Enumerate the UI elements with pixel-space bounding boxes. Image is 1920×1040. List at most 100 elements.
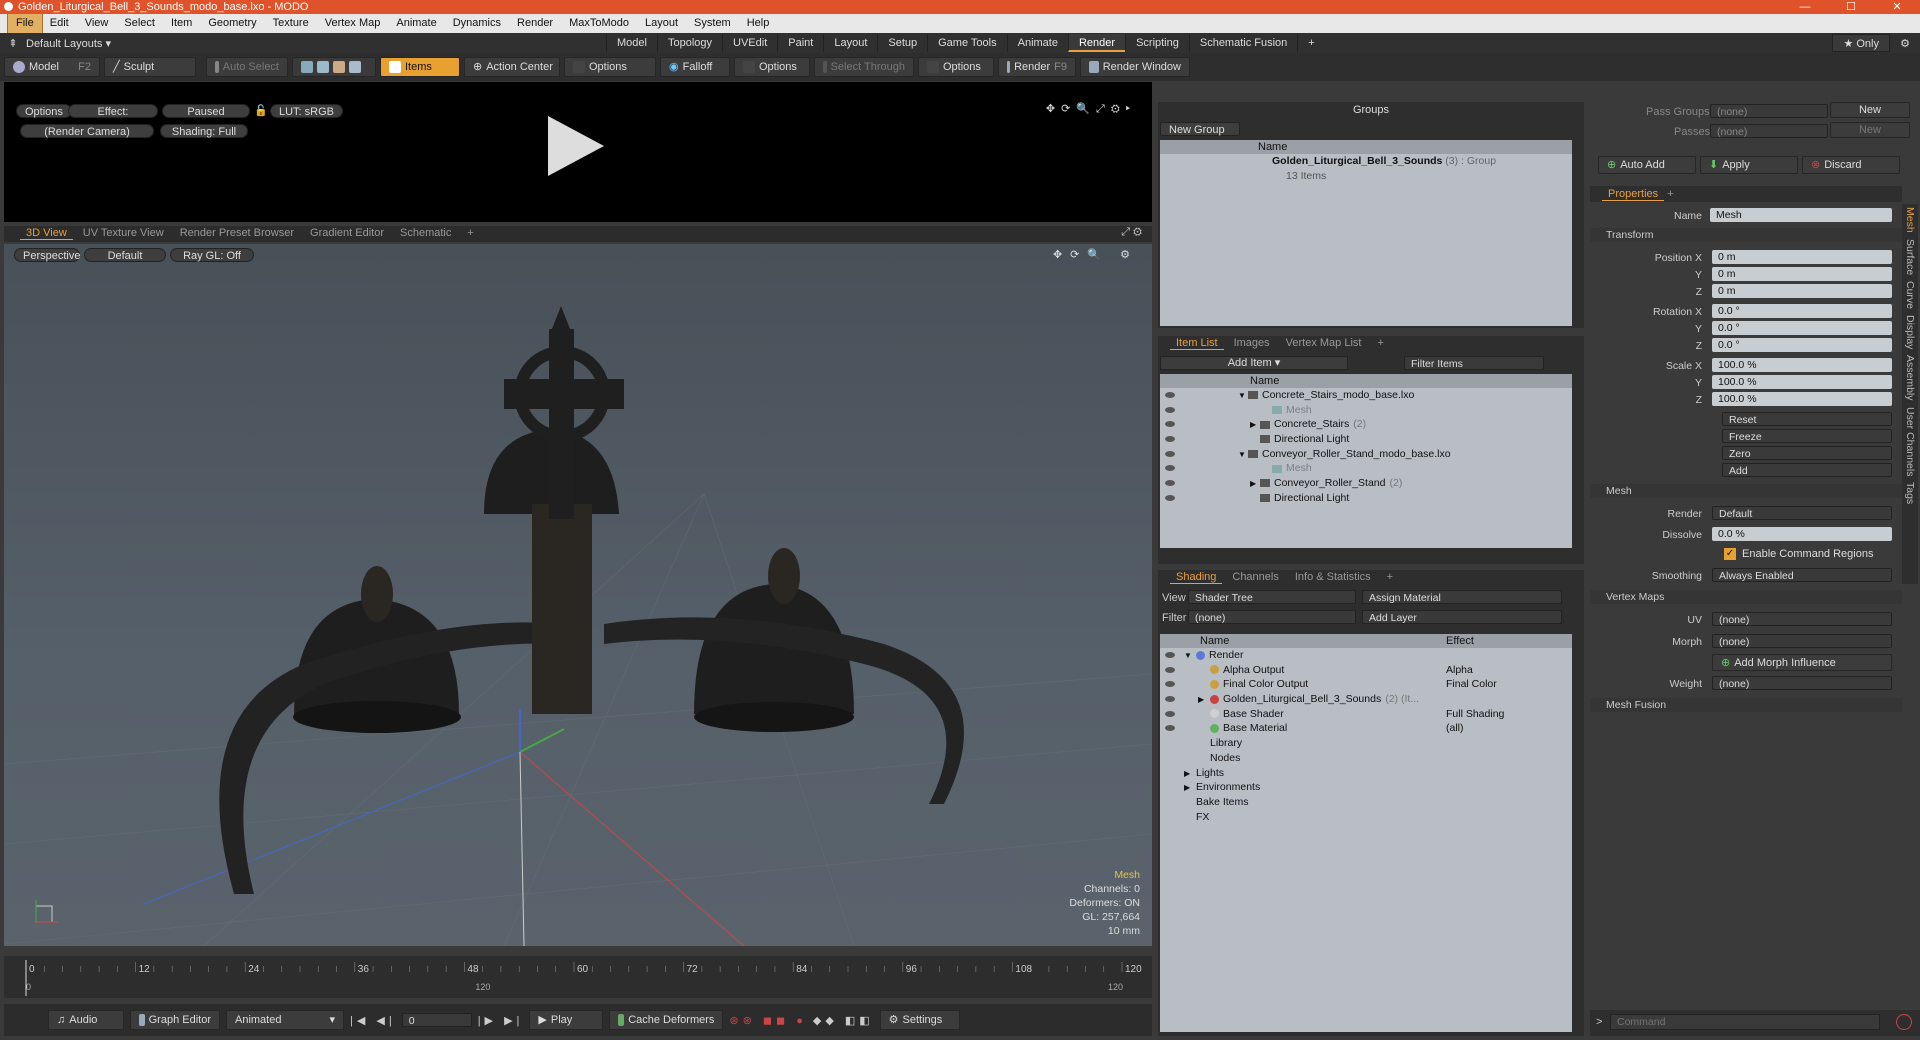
command-input[interactable]: [1610, 1014, 1880, 1030]
discard-button[interactable]: ⊗ Discard: [1802, 156, 1900, 174]
shading-dropdown[interactable]: Shading: Full: [160, 124, 248, 138]
rotation-z-input[interactable]: 0.0 °: [1712, 338, 1892, 352]
raygl-dropdown[interactable]: Ray GL: Off: [170, 248, 254, 262]
view-tab-5[interactable]: +: [461, 226, 479, 240]
item-tab-0[interactable]: Item List: [1170, 336, 1224, 350]
shader-tree-row[interactable]: ▶ Golden_Liturgical_Bell_3_Sounds (2) (It.…: [1160, 692, 1572, 707]
shader-row-effect[interactable]: Full Shading: [1446, 707, 1504, 722]
action-center-button[interactable]: ⊕ Action Center: [464, 57, 560, 77]
transform-section[interactable]: Transform: [1590, 228, 1902, 242]
menu-view[interactable]: View: [77, 14, 117, 33]
side-tab-mesh[interactable]: Mesh: [1904, 204, 1916, 236]
zero-dropdown[interactable]: Zero: [1722, 446, 1892, 460]
select-options-button[interactable]: Options: [918, 57, 994, 77]
shader-tree-row[interactable]: Bake Items: [1160, 795, 1572, 810]
visibility-eye-icon[interactable]: [1165, 666, 1175, 673]
scale-x-input[interactable]: 100.0 %: [1712, 358, 1892, 372]
cache-deformers-button[interactable]: Cache Deformers: [609, 1010, 724, 1030]
layout-tab-schematic-fusion[interactable]: Schematic Fusion: [1188, 34, 1297, 52]
side-tab-tags[interactable]: Tags: [1904, 479, 1916, 507]
item-list-row[interactable]: ▼ Conveyor_Roller_Stand_modo_base.lxo: [1160, 447, 1572, 462]
pass-groups-dropdown[interactable]: (none): [1710, 104, 1828, 118]
frame-input[interactable]: 0: [401, 1013, 472, 1027]
item-tab-1[interactable]: Images: [1228, 336, 1276, 350]
mesh-fusion-section[interactable]: Mesh Fusion: [1590, 698, 1902, 712]
settings-button[interactable]: ⚙ Settings: [879, 1010, 960, 1030]
animated-dropdown[interactable]: Animated ▾: [226, 1010, 344, 1030]
shader-row-effect[interactable]: (all): [1446, 721, 1464, 736]
shader-tree-row[interactable]: Alpha Output Alpha: [1160, 663, 1572, 678]
graph-editor-button[interactable]: Graph Editor: [130, 1010, 220, 1030]
shader-row-effect[interactable]: Alpha: [1446, 663, 1473, 678]
key-controls[interactable]: ◆◆ ◧◧: [813, 1014, 874, 1027]
render-preview[interactable]: Options Effect: (Shadi... Paused 🔓 LUT: …: [4, 82, 1152, 222]
visibility-eye-icon[interactable]: [1165, 494, 1175, 501]
render-window-button[interactable]: Render Window: [1080, 57, 1190, 77]
layout-tab-topology[interactable]: Topology: [656, 34, 722, 52]
shader-tree-row[interactable]: ▼ Render: [1160, 648, 1572, 663]
item-list-row[interactable]: Directional Light: [1160, 432, 1572, 447]
item-list-row[interactable]: Directional Light: [1160, 491, 1572, 506]
assign-material-dropdown[interactable]: Assign Material: [1362, 590, 1562, 604]
render-dropdown[interactable]: Default: [1712, 506, 1892, 520]
layout-tab--[interactable]: +: [1297, 34, 1324, 52]
new-group-button[interactable]: New Group: [1160, 122, 1240, 136]
model-mode-button[interactable]: Model F2: [4, 57, 100, 77]
select-through-button[interactable]: Select Through: [814, 57, 914, 77]
render-options-button[interactable]: Options: [16, 104, 72, 118]
visibility-eye-icon[interactable]: [1165, 421, 1175, 428]
morph-dropdown[interactable]: (none): [1712, 634, 1892, 648]
timeline[interactable]: 0 12 24 36 48 60 72 84 96 108 120 0 120 120: [4, 956, 1152, 998]
layout-tab-paint[interactable]: Paint: [777, 34, 823, 52]
menu-edit[interactable]: Edit: [42, 14, 77, 33]
name-input[interactable]: Mesh: [1710, 208, 1892, 222]
expand-arrow-icon[interactable]: ▶: [1184, 767, 1196, 782]
visibility-eye-icon[interactable]: [1165, 696, 1175, 703]
layout-pin-icon[interactable]: ⇞: [0, 37, 26, 50]
layout-gear-icon[interactable]: ⚙: [1890, 37, 1920, 50]
group-item[interactable]: Golden_Liturgical_Bell_3_Sounds (3) : Gr…: [1160, 154, 1572, 169]
play-button[interactable]: ▶ Play: [529, 1010, 604, 1030]
shading-tab-0[interactable]: Shading: [1170, 570, 1223, 584]
minimize-button[interactable]: —: [1782, 0, 1828, 14]
menu-system[interactable]: System: [686, 14, 739, 33]
lut-dropdown[interactable]: LUT: sRGB: [270, 104, 344, 118]
layout-tab-animate[interactable]: Animate: [1006, 34, 1068, 52]
menu-texture[interactable]: Texture: [265, 14, 317, 33]
command-record-icon[interactable]: [1896, 1014, 1912, 1030]
layout-selector[interactable]: Default Layouts ▾: [26, 37, 606, 50]
shader-tree-row[interactable]: Nodes: [1160, 751, 1572, 766]
item-list-row[interactable]: Mesh: [1160, 461, 1572, 476]
shader-filter-dropdown[interactable]: (none): [1188, 610, 1356, 624]
shader-tree-row[interactable]: ▶ Lights: [1160, 766, 1572, 781]
viewport-3d[interactable]: Perspective Default Ray GL: Off ✥⟳🔍 ⚙ Me…: [4, 244, 1152, 946]
position-y-input[interactable]: 0 m: [1712, 267, 1892, 281]
transport-back-controls[interactable]: |◀ ◀|: [350, 1014, 396, 1027]
viewport-nav-controls[interactable]: ✥⟳🔍 ⚙: [1053, 248, 1138, 261]
item-list-row[interactable]: Mesh: [1160, 403, 1572, 418]
position-x-input[interactable]: 0 m: [1712, 250, 1892, 264]
filter-items-input[interactable]: Filter Items: [1404, 356, 1544, 370]
scale-y-input[interactable]: 100.0 %: [1712, 375, 1892, 389]
side-tab-curve[interactable]: Curve: [1904, 278, 1916, 312]
auto-add-button[interactable]: ⊕ Auto Add: [1598, 156, 1696, 174]
rotation-y-input[interactable]: 0.0 °: [1712, 321, 1892, 335]
transport-forward-controls[interactable]: |▶ ▶|: [478, 1014, 524, 1027]
sculpt-button[interactable]: ╱ Sculpt: [104, 57, 196, 77]
expand-arrow-icon[interactable]: ▼: [1238, 389, 1248, 404]
add-item-button[interactable]: Add Item ▾: [1160, 356, 1348, 370]
menu-layout[interactable]: Layout: [637, 14, 686, 33]
expand-arrow-icon[interactable]: ▼: [1184, 649, 1196, 664]
perspective-dropdown[interactable]: Perspective: [14, 248, 80, 262]
passes-dropdown[interactable]: (none): [1710, 124, 1828, 138]
weight-dropdown[interactable]: (none): [1712, 676, 1892, 690]
menu-vertex-map[interactable]: Vertex Map: [317, 14, 389, 33]
expand-arrow-icon[interactable]: ▶: [1250, 418, 1260, 433]
layout-tab-setup[interactable]: Setup: [877, 34, 927, 52]
enable-command-regions-checkbox[interactable]: ✓: [1724, 548, 1736, 560]
visibility-eye-icon[interactable]: [1165, 450, 1175, 457]
layout-tab-render[interactable]: Render: [1067, 34, 1126, 52]
maximize-button[interactable]: ☐: [1828, 0, 1874, 14]
menu-select[interactable]: Select: [116, 14, 163, 33]
visibility-eye-icon[interactable]: [1165, 406, 1175, 413]
